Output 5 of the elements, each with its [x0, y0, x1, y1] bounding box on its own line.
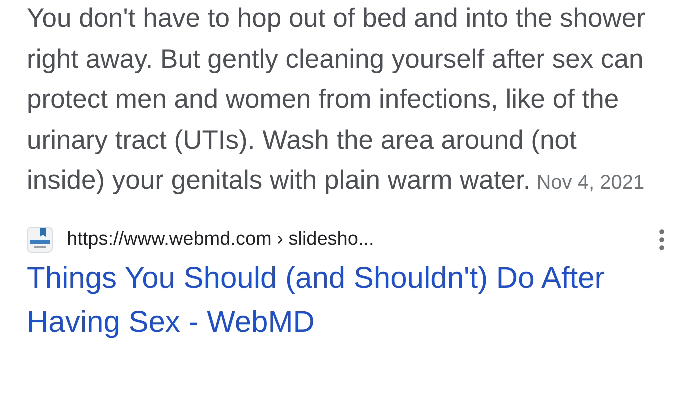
more-options-icon[interactable] [658, 228, 666, 250]
result-title-link[interactable]: Things You Should (and Shouldn't) Do After Having Sex - WebMD [27, 256, 612, 344]
site-logo-icon [27, 226, 53, 252]
snippet-text: You don't have to hop out of bed and into the shower right away. But gently cleaning yourself after sex can protect men and women from infections, like of the urinary tract (UTIs). Wash the area around (not inside) your genitals with plain warm water. Nov 4, 2021 [27, 2, 646, 197]
result-url[interactable]: https://www.webmd.com › slidesho... [67, 228, 658, 250]
